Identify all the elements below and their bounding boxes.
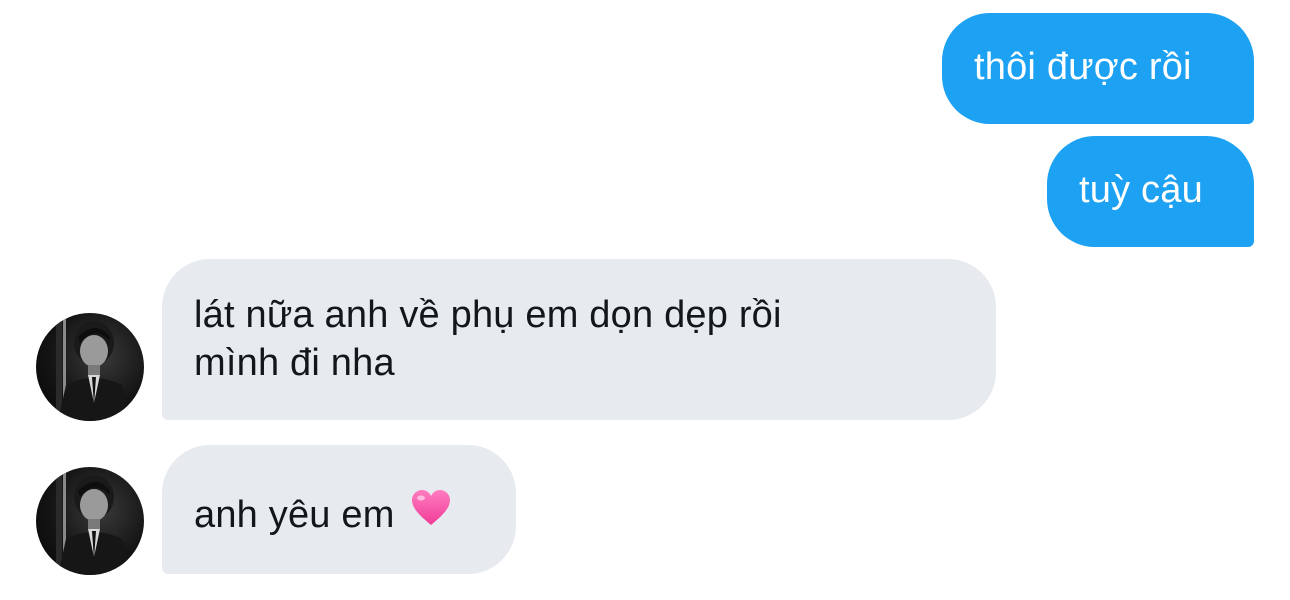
conversation-thread: thôi được rồi tuỳ cậu lát nữa anh về phụ… <box>0 0 1290 600</box>
avatar[interactable] <box>36 313 144 421</box>
received-message-bubble[interactable]: lát nữa anh về phụ em dọn dẹp rồi mình đ… <box>162 259 996 420</box>
sent-message-bubble[interactable]: tuỳ cậu <box>1047 136 1254 247</box>
message-text: tuỳ cậu <box>1079 169 1203 211</box>
message-text-line: mình đi nha <box>194 342 395 384</box>
person-photo-icon <box>56 313 132 421</box>
sent-message-bubble[interactable]: thôi được rồi <box>942 13 1254 124</box>
person-photo-icon <box>56 467 132 575</box>
avatar[interactable] <box>36 467 144 575</box>
message-text-line: lát nữa anh về phụ em dọn dẹp rồi <box>194 294 782 336</box>
message-text: anh yêu em <box>194 494 395 536</box>
message-text: thôi được rồi <box>974 46 1192 88</box>
received-message-bubble[interactable]: anh yêu em <box>162 445 516 574</box>
pink-heart-icon <box>411 489 451 539</box>
